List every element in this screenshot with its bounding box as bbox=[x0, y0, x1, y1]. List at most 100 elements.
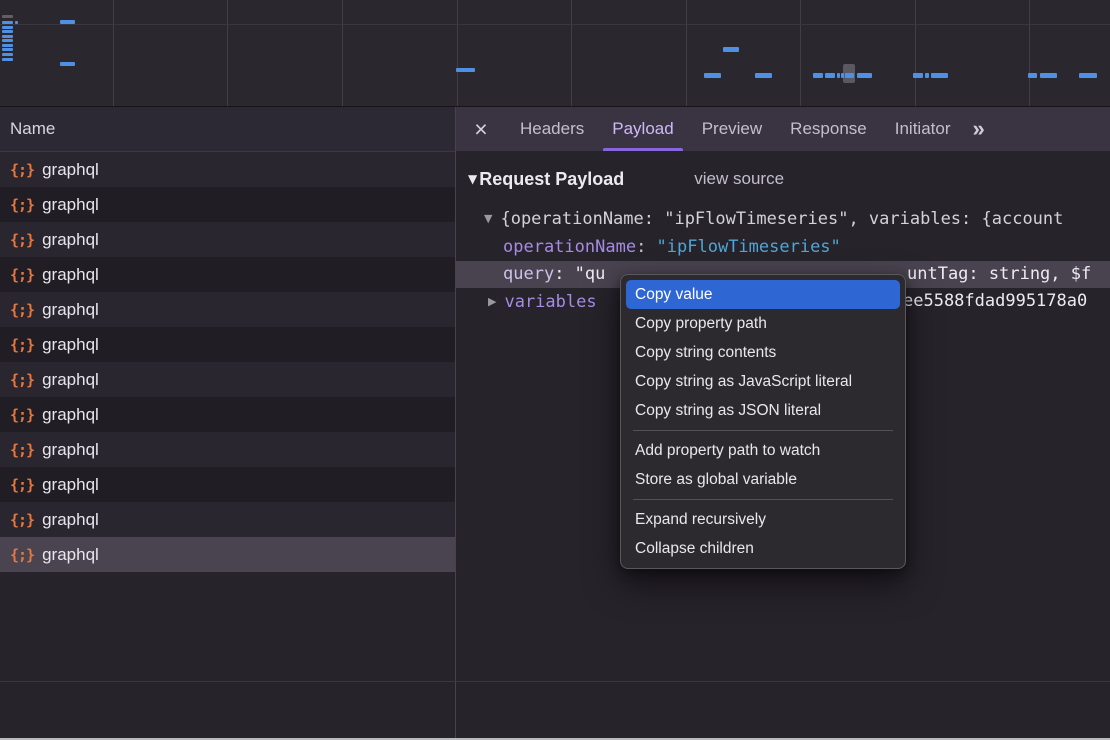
menu-item-expand-recursively[interactable]: Expand recursively bbox=[621, 505, 905, 534]
overview-request-bar bbox=[913, 73, 923, 78]
network-overview-timeline[interactable] bbox=[0, 0, 1110, 107]
request-name: graphql bbox=[42, 475, 99, 495]
section-title: Request Payload bbox=[479, 169, 624, 190]
overview-request-bar bbox=[60, 62, 75, 66]
overview-gridline bbox=[686, 0, 687, 106]
request-name: graphql bbox=[42, 370, 99, 390]
network-request-row[interactable]: {;}graphql bbox=[0, 152, 455, 187]
overview-request-bar bbox=[2, 44, 13, 47]
panel-splitter[interactable] bbox=[455, 107, 456, 740]
tab-headers[interactable]: Headers bbox=[506, 107, 598, 151]
network-request-row[interactable]: {;} graphql bbox=[0, 537, 455, 572]
network-request-row[interactable]: {;}graphql bbox=[0, 327, 455, 362]
overview-request-bar bbox=[1079, 73, 1097, 78]
overview-request-bar bbox=[837, 73, 840, 78]
menu-item-copy-string-contents[interactable]: Copy string contents bbox=[621, 338, 905, 367]
overview-gridline bbox=[342, 0, 343, 106]
overview-request-bar bbox=[845, 73, 854, 78]
overview-gridline bbox=[227, 0, 228, 106]
overview-request-bar bbox=[2, 48, 13, 51]
network-request-row[interactable]: {;} graphql bbox=[0, 292, 455, 327]
json-braces-icon: {;} bbox=[10, 441, 34, 459]
json-braces-icon: {;} bbox=[10, 336, 34, 354]
overview-request-bar bbox=[2, 30, 13, 33]
request-name: graphql bbox=[42, 440, 99, 460]
collapse-section-icon[interactable]: ▼ bbox=[468, 172, 477, 186]
payload-row-operationname[interactable]: operationName: "ipFlowTimeseries" bbox=[468, 234, 1110, 261]
name-column-label: Name bbox=[10, 119, 55, 138]
tab-payload[interactable]: Payload bbox=[598, 107, 687, 151]
property-key: operationName bbox=[503, 237, 636, 257]
overview-gridline bbox=[457, 0, 458, 106]
json-braces-icon: {;} bbox=[10, 266, 34, 284]
menu-item-copy-value[interactable]: Copy value bbox=[626, 280, 900, 309]
overview-request-bar bbox=[925, 73, 929, 78]
network-request-row[interactable]: {;} graphql bbox=[0, 432, 455, 467]
network-request-row[interactable]: {;}graphql bbox=[0, 502, 455, 537]
menu-item-copy-string-as-json-literal[interactable]: Copy string as JSON literal bbox=[621, 396, 905, 425]
json-braces-icon: {;} bbox=[10, 301, 34, 319]
menu-item-add-property-path-to-watch[interactable]: Add property path to watch bbox=[621, 436, 905, 465]
bottom-divider bbox=[0, 681, 1110, 682]
json-braces-icon: {;} bbox=[10, 231, 34, 249]
payload-summary-text: {operationName: "ipFlowTimeseries", vari… bbox=[500, 209, 1063, 229]
request-name: graphql bbox=[42, 545, 99, 565]
json-braces-icon: {;} bbox=[10, 406, 34, 424]
name-column-header[interactable]: Name bbox=[0, 107, 455, 152]
overview-request-bar bbox=[2, 26, 13, 29]
request-name: graphql bbox=[42, 265, 99, 285]
network-request-row[interactable]: {;} graphql bbox=[0, 257, 455, 292]
overview-gridline bbox=[113, 0, 114, 106]
request-name: graphql bbox=[42, 405, 99, 425]
overview-gridline bbox=[915, 0, 916, 106]
json-braces-icon: {;} bbox=[10, 546, 34, 564]
overview-request-bar bbox=[1040, 73, 1057, 78]
overview-request-bar bbox=[15, 21, 18, 24]
menu-item-copy-property-path[interactable]: Copy property path bbox=[621, 309, 905, 338]
overview-request-bar bbox=[2, 21, 13, 24]
menu-item-store-as-global-variable[interactable]: Store as global variable bbox=[621, 465, 905, 494]
overview-row-divider bbox=[0, 24, 1110, 25]
overview-request-bar bbox=[1028, 73, 1037, 78]
overview-gray-bar bbox=[2, 15, 13, 18]
collapse-node-icon: ▼ bbox=[484, 212, 492, 225]
overview-request-bar bbox=[813, 73, 823, 78]
overview-request-bar bbox=[2, 39, 13, 42]
network-request-row[interactable]: {;} graphql bbox=[0, 397, 455, 432]
property-key: variables bbox=[504, 292, 596, 312]
overview-gridline bbox=[571, 0, 572, 106]
menu-divider bbox=[633, 499, 893, 500]
tab-response[interactable]: Response bbox=[776, 107, 881, 151]
context-menu: Copy valueCopy property pathCopy string … bbox=[620, 274, 906, 569]
overview-gridline bbox=[800, 0, 801, 106]
tab-preview[interactable]: Preview bbox=[688, 107, 776, 151]
tab-initiator[interactable]: Initiator bbox=[881, 107, 965, 151]
network-request-row[interactable]: {;} graphql bbox=[0, 222, 455, 257]
property-value-right: untTag: string, $f bbox=[907, 261, 1091, 288]
request-name: graphql bbox=[42, 230, 99, 250]
request-payload-section-header: ▼ Request Payload view source bbox=[468, 166, 1110, 192]
expand-node-icon[interactable]: ▶ bbox=[488, 295, 496, 308]
overview-request-bar bbox=[2, 35, 13, 38]
json-braces-icon: {;} bbox=[10, 161, 34, 179]
network-request-row[interactable]: {;} graphql bbox=[0, 362, 455, 397]
json-braces-icon: {;} bbox=[10, 511, 34, 529]
property-value-right: ee5588fdad995178a0 bbox=[903, 288, 1087, 315]
request-list: {;} graphql {;} graphql {;} graphql {;} graphql… bbox=[0, 152, 455, 572]
more-tabs-icon[interactable]: » bbox=[972, 116, 984, 142]
overview-request-bar bbox=[931, 73, 948, 78]
network-request-row[interactable]: {;}graphql bbox=[0, 187, 455, 222]
request-name: graphql bbox=[42, 300, 99, 320]
menu-item-collapse-children[interactable]: Collapse children bbox=[621, 534, 905, 563]
menu-divider bbox=[633, 430, 893, 431]
close-details-button[interactable]: × bbox=[456, 107, 506, 151]
overview-request-bar bbox=[60, 20, 75, 24]
menu-item-copy-string-as-javascript-literal[interactable]: Copy string as JavaScript literal bbox=[621, 367, 905, 396]
json-braces-icon: {;} bbox=[10, 476, 34, 494]
network-request-row[interactable]: {;} graphql bbox=[0, 467, 455, 502]
payload-summary-row[interactable]: ▼ {operationName: "ipFlowTimeseries", var… bbox=[468, 203, 1110, 234]
overview-request-bar bbox=[755, 73, 772, 78]
overview-request-bar bbox=[825, 73, 835, 78]
view-source-link[interactable]: view source bbox=[694, 169, 784, 189]
json-braces-icon: {;} bbox=[10, 371, 34, 389]
